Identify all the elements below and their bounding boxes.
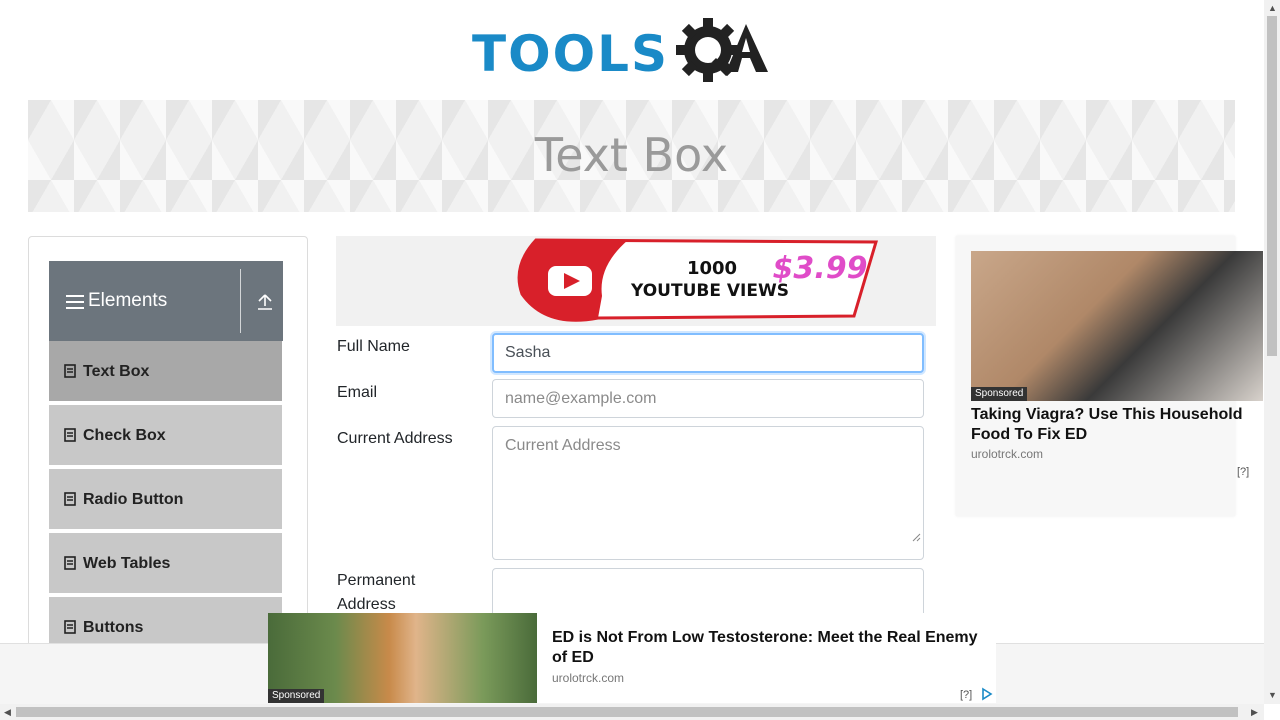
gear-icon	[676, 18, 768, 82]
list-icon	[64, 428, 76, 447]
horizontal-scrollbar[interactable]: ◀ ▶	[0, 704, 1264, 720]
ad-line2: YOUTUBE VIEWS	[630, 281, 789, 301]
ad-source[interactable]: urolotrck.com	[971, 447, 1043, 461]
sponsored-ad-bottom[interactable]: Sponsored ED is Not From Low Testosteron…	[268, 613, 996, 703]
page-header-banner: Text Box	[28, 100, 1235, 212]
ad-line1: 1000	[687, 258, 737, 279]
list-icon	[64, 364, 76, 383]
page-title: Text Box	[534, 128, 729, 182]
full-name-value: Sasha	[505, 344, 551, 361]
youtube-views-ad[interactable]: 1000 YOUTUBE VIEWS $3.99	[336, 236, 936, 326]
email-placeholder: name@example.com	[505, 390, 657, 407]
list-icon	[64, 492, 76, 511]
sidebar-item-web-tables[interactable]: Web Tables	[49, 533, 282, 595]
full-name-label: Full Name	[337, 338, 410, 355]
current-address-placeholder: Current Address	[505, 437, 621, 454]
sidebar-item-label: Web Tables	[83, 555, 171, 572]
permanent-address-textarea[interactable]	[492, 568, 924, 618]
sidebar-group-title: Elements	[88, 290, 168, 311]
logo-text: TOOLS	[472, 25, 669, 83]
scroll-down-icon[interactable]: ▼	[1268, 690, 1277, 700]
resize-handle-icon[interactable]	[911, 519, 921, 557]
email-input[interactable]: name@example.com	[492, 379, 924, 418]
email-label: Email	[337, 384, 378, 401]
toolsqa-logo[interactable]: TOOLS	[470, 14, 800, 92]
upload-icon[interactable]	[256, 293, 274, 316]
full-name-input[interactable]: Sasha	[492, 333, 924, 373]
hamburger-icon	[66, 295, 84, 309]
scroll-right-icon[interactable]: ▶	[1251, 707, 1258, 717]
current-address-textarea[interactable]: Current Address	[492, 426, 924, 560]
sidebar-item-text-box[interactable]: Text Box	[49, 341, 282, 403]
ad-headline[interactable]: Taking Viagra? Use This Household Food T…	[971, 405, 1251, 445]
divider	[240, 269, 241, 333]
scroll-left-icon[interactable]: ◀	[4, 707, 11, 717]
sponsored-badge: Sponsored	[971, 387, 1028, 401]
sponsored-ad-right[interactable]: Sponsored Taking Viagra? Use This Househ…	[956, 236, 1263, 516]
vertical-scrollbar[interactable]: ▲ ▼	[1264, 0, 1280, 704]
sidebar-item-label: Buttons	[83, 619, 144, 636]
sidebar-item-label: Text Box	[83, 363, 150, 380]
list-icon	[64, 556, 76, 575]
ad-info[interactable]: [?]	[960, 689, 972, 701]
permanent-address-label: Permanent Address	[337, 572, 416, 613]
scroll-up-icon[interactable]: ▲	[1268, 3, 1277, 13]
sidebar-item-label: Radio Button	[83, 491, 184, 508]
scrollbar-thumb[interactable]	[16, 707, 1238, 717]
ad-price: $3.99	[773, 251, 868, 286]
sponsored-badge: Sponsored	[268, 689, 325, 703]
current-address-label: Current Address	[337, 430, 453, 447]
sidebar-group-elements[interactable]: Elements	[49, 261, 283, 341]
ad-info[interactable]: [?]	[1237, 466, 1249, 478]
ad-headline[interactable]: ED is Not From Low Testosterone: Meet th…	[552, 628, 992, 668]
sidebar-item-check-box[interactable]: Check Box	[49, 405, 282, 467]
ad-image[interactable]	[971, 251, 1263, 401]
scrollbar-thumb[interactable]	[1267, 16, 1277, 356]
list-icon	[64, 620, 76, 639]
ad-source[interactable]: urolotrck.com	[552, 671, 624, 685]
sidebar-item-label: Check Box	[83, 427, 166, 444]
sidebar-item-radio-button[interactable]: Radio Button	[49, 469, 282, 531]
